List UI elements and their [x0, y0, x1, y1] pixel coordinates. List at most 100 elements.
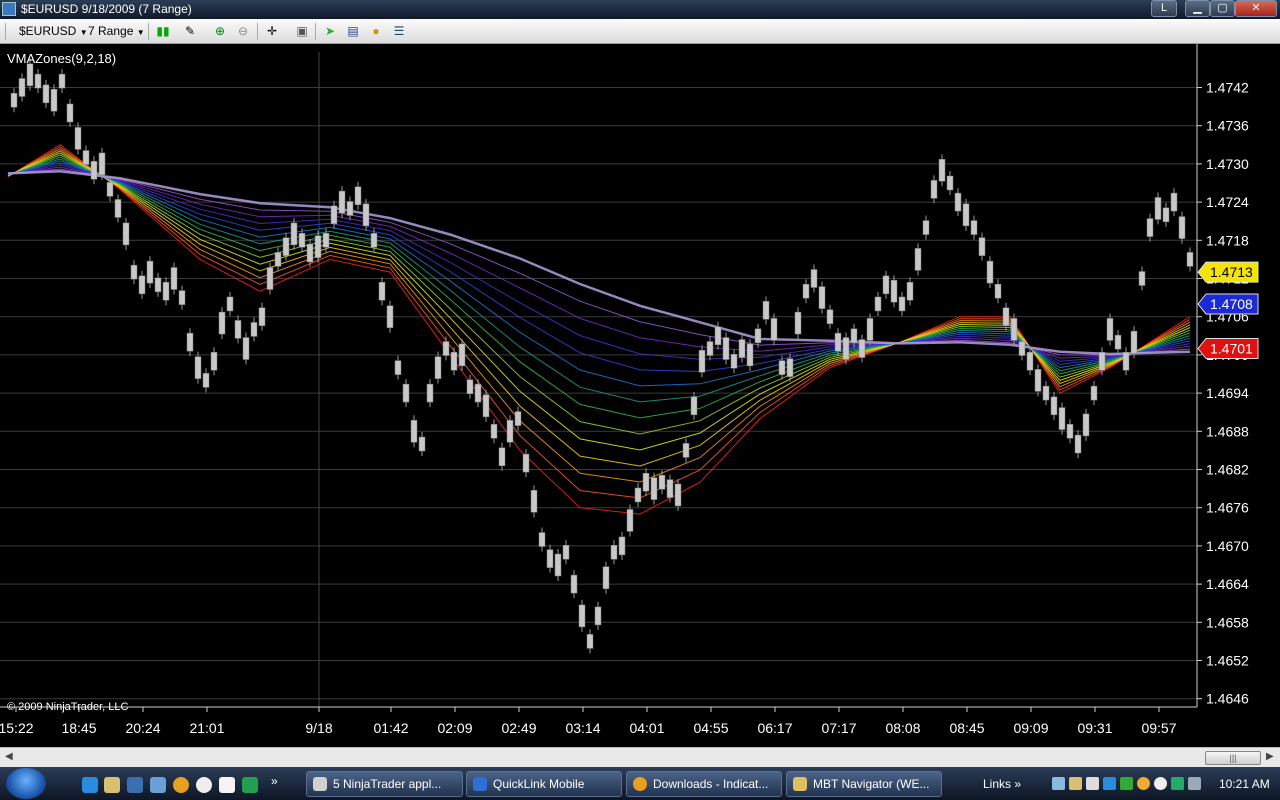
candle-body: [1002, 307, 1010, 326]
scroll-thumb[interactable]: |||: [1205, 751, 1261, 765]
candle-body: [922, 220, 930, 235]
indicator-icon[interactable]: ▤: [345, 23, 361, 39]
candle-body: [1010, 318, 1018, 341]
scroll-right-arrow[interactable]: ▶: [1266, 751, 1274, 762]
vma-band-line: [7, 148, 1191, 483]
task-label: 5 NinjaTrader appl...: [333, 777, 442, 791]
candle-body: [882, 275, 890, 295]
candle-body: [626, 509, 634, 532]
horizontal-scrollbar[interactable]: ◀ ||| ▶: [0, 747, 1280, 767]
tray-volume-icon[interactable]: [1188, 777, 1201, 790]
candle-body: [778, 360, 786, 375]
time-tick-label: 21:01: [189, 720, 224, 736]
instrument-label: $EURUSD: [19, 24, 77, 38]
candle-body: [834, 332, 842, 352]
l-button[interactable]: L: [1151, 0, 1177, 17]
task-label: QuickLink Mobile: [493, 777, 585, 791]
candle-body: [546, 549, 554, 568]
candle-body: [330, 205, 338, 225]
time-tick-label: 09:09: [1013, 720, 1048, 736]
time-tick-label: 07:17: [821, 720, 856, 736]
time-tick-label: 06:17: [757, 720, 792, 736]
internet-explorer-icon[interactable]: [82, 777, 98, 793]
candle-body: [378, 281, 386, 301]
tray-chrome-icon[interactable]: [1137, 777, 1150, 790]
links-toolbar[interactable]: Links »: [983, 777, 1021, 791]
chevron-right-icon: »: [1014, 777, 1022, 791]
strategy-icon[interactable]: ➤: [322, 23, 338, 39]
zoom-out-icon[interactable]: ⊖: [235, 23, 251, 39]
time-tick-label: 08:08: [885, 720, 920, 736]
coin-icon[interactable]: ●: [368, 23, 384, 39]
candle-body: [290, 222, 298, 246]
ninjatrader-icon[interactable]: [196, 777, 212, 793]
candle-body: [466, 379, 474, 394]
price-chart[interactable]: 1.47421.47361.47301.47241.47181.47121.47…: [0, 44, 1280, 747]
window-switch-icon[interactable]: [150, 777, 166, 793]
toolbar-separator: [148, 23, 149, 40]
tray-ie-icon[interactable]: [1103, 777, 1116, 790]
properties-icon[interactable]: ☰: [391, 23, 407, 39]
tray-messenger-icon[interactable]: [1154, 777, 1167, 790]
chrome-icon[interactable]: [173, 777, 189, 793]
chart-app-icon[interactable]: [242, 777, 258, 793]
scroll-left-arrow[interactable]: ◀: [5, 751, 13, 762]
crosshair-icon[interactable]: ✛: [264, 23, 280, 39]
candle-body: [1170, 192, 1178, 212]
candle-body: [1058, 407, 1066, 430]
candle-body: [506, 420, 514, 443]
chart-panel[interactable]: 1.47421.47361.47301.47241.47181.47121.47…: [0, 44, 1280, 747]
candle-body: [450, 352, 458, 371]
candle-body: [354, 186, 362, 205]
task-downloads[interactable]: Downloads - Indicat...: [626, 771, 782, 797]
document-icon[interactable]: [219, 777, 235, 793]
tray-security-icon[interactable]: [1120, 777, 1133, 790]
toolbar-grip: [5, 23, 6, 40]
task-ninjatrader[interactable]: 5 NinjaTrader appl...: [306, 771, 463, 797]
task-quicklink[interactable]: QuickLink Mobile: [466, 771, 622, 797]
tray-ninjatrader-icon[interactable]: [1086, 777, 1099, 790]
time-tick-label: 09:31: [1077, 720, 1112, 736]
clock[interactable]: 10:21 AM: [1219, 777, 1270, 791]
candle-body: [298, 233, 306, 248]
candle-body: [866, 318, 874, 341]
candle-body: [242, 337, 250, 360]
candle-body: [962, 203, 970, 227]
pencil-icon[interactable]: ✎: [182, 23, 198, 39]
window-title: $EURUSD 9/18/2009 (7 Range): [21, 2, 192, 16]
candle-body: [442, 341, 450, 356]
candle-body: [554, 553, 562, 577]
tray-app-icon[interactable]: [1052, 777, 1065, 790]
snapshot-icon[interactable]: ▣: [294, 23, 310, 39]
candle-body: [82, 150, 90, 165]
start-button[interactable]: [6, 768, 46, 799]
time-axis: 15:22 18:45 20:24 21:01 9/18 01:42 02:09 02:49 0…: [0, 707, 1177, 736]
candle-body: [514, 411, 522, 426]
chevron-right-icon[interactable]: »: [271, 774, 278, 788]
candle-body: [954, 192, 962, 212]
maximize-button[interactable]: ▢: [1210, 0, 1235, 17]
candle-body: [1154, 197, 1162, 220]
task-mbt-navigator[interactable]: MBT Navigator (WE...: [786, 771, 942, 797]
tray-network-icon[interactable]: [1171, 777, 1184, 790]
mbt-icon[interactable]: [104, 777, 120, 793]
candle-body: [674, 483, 682, 507]
period-selector[interactable]: 7 Range ▼: [88, 23, 145, 40]
candle-body: [410, 420, 418, 443]
time-tick-label: 02:09: [437, 720, 472, 736]
zoom-in-icon[interactable]: ⊕: [212, 23, 228, 39]
minimize-button[interactable]: ▁: [1185, 0, 1210, 17]
candle-body: [722, 337, 730, 360]
candle-body: [1106, 318, 1114, 341]
candle-body: [1178, 216, 1186, 239]
candle-body: [1098, 352, 1106, 371]
candle-body: [1138, 271, 1146, 286]
instrument-selector[interactable]: $EURUSD ▼: [19, 23, 88, 40]
candle-body: [346, 201, 354, 216]
candlestick-icon[interactable]: ▮▮: [155, 23, 171, 39]
time-tick-label: 9/18: [305, 720, 332, 736]
show-desktop-icon[interactable]: [127, 777, 143, 793]
close-button[interactable]: ✕: [1235, 0, 1277, 17]
tray-mbt-icon[interactable]: [1069, 777, 1082, 790]
windows-taskbar: » 5 NinjaTrader appl... QuickLink Mobile…: [0, 767, 1280, 800]
